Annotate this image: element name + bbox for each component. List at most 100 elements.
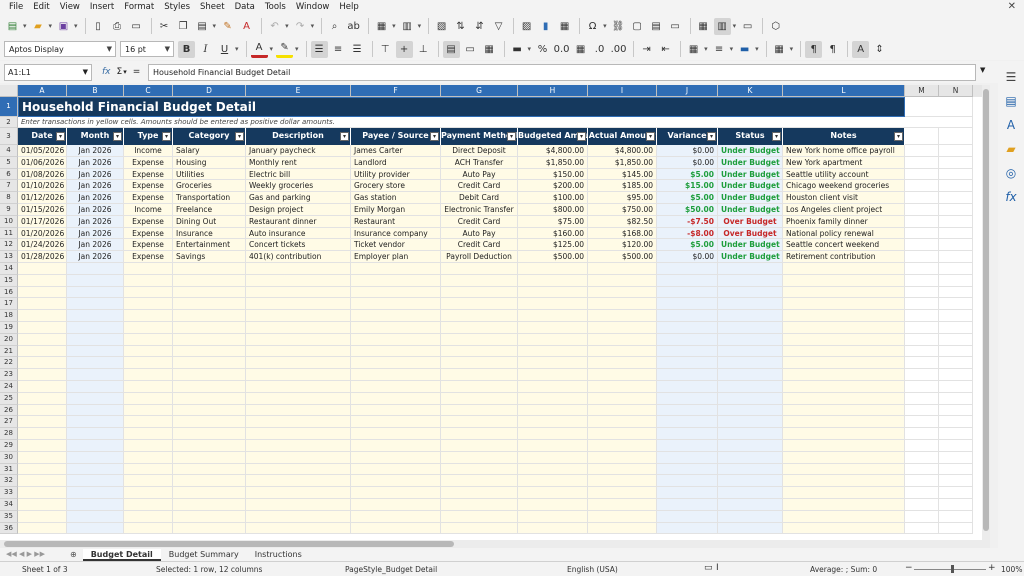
row-dropdown-icon[interactable]: ▾ — [392, 22, 396, 30]
table-cell[interactable]: Expense — [124, 239, 173, 252]
empty-cell[interactable] — [67, 392, 124, 405]
clear-formatting-icon[interactable]: A — [238, 18, 255, 35]
empty-cell[interactable] — [246, 286, 351, 299]
column-header-h[interactable]: H — [518, 85, 588, 97]
empty-cell[interactable] — [441, 475, 518, 488]
empty-cell[interactable] — [351, 439, 441, 452]
table-cell[interactable]: Auto insurance — [246, 227, 351, 240]
empty-cell[interactable] — [718, 357, 783, 370]
empty-cell[interactable] — [588, 416, 657, 429]
borders-dropdown-icon[interactable]: ▾ — [704, 45, 708, 53]
conditional-format-dropdown-icon[interactable]: ▾ — [790, 45, 794, 53]
table-cell[interactable]: Over Budget — [718, 215, 783, 228]
empty-cell[interactable] — [124, 298, 173, 311]
empty-cell[interactable] — [718, 274, 783, 287]
empty-cell[interactable] — [588, 333, 657, 346]
table-cell[interactable]: $500.00 — [518, 251, 588, 263]
table-cell[interactable]: Expense — [124, 180, 173, 193]
empty-cell[interactable] — [246, 475, 351, 488]
empty-cell[interactable] — [588, 428, 657, 440]
redo-dropdown-icon[interactable]: ▾ — [311, 22, 315, 30]
empty-cell[interactable] — [246, 333, 351, 346]
empty-cell[interactable] — [518, 428, 588, 440]
table-cell[interactable]: Income — [124, 203, 173, 216]
column-title[interactable]: Month ▾ — [67, 128, 124, 145]
border-color-dropdown-icon[interactable]: ▾ — [755, 45, 759, 53]
empty-cell[interactable] — [718, 321, 783, 334]
table-cell[interactable]: Phoenix family dinner — [783, 215, 905, 228]
underline-dropdown-icon[interactable]: ▾ — [235, 45, 239, 53]
empty-cell[interactable] — [718, 463, 783, 476]
empty-cell[interactable] — [173, 321, 246, 334]
row-header[interactable]: 14 — [0, 262, 18, 275]
empty-cell[interactable] — [67, 369, 124, 381]
empty-cell[interactable] — [441, 487, 518, 499]
empty-cell[interactable] — [718, 498, 783, 511]
empty-cell[interactable] — [518, 522, 588, 535]
table-cell[interactable]: 01/05/2026 — [18, 145, 67, 157]
empty-cell[interactable] — [518, 321, 588, 334]
empty-cell[interactable] — [783, 298, 905, 311]
empty-cell[interactable] — [905, 227, 939, 240]
empty-cell[interactable] — [939, 392, 973, 405]
empty-cell[interactable] — [246, 451, 351, 464]
empty-cell[interactable] — [67, 428, 124, 440]
empty-cell[interactable] — [783, 357, 905, 370]
empty-cell[interactable] — [18, 345, 67, 358]
empty-cell[interactable] — [246, 510, 351, 523]
empty-cell[interactable] — [246, 345, 351, 358]
empty-cell[interactable] — [18, 369, 67, 381]
empty-cell[interactable] — [246, 392, 351, 405]
insert-image-icon[interactable]: ▨ — [518, 18, 535, 35]
row-header[interactable]: 36 — [0, 522, 18, 535]
empty-cell[interactable] — [939, 345, 973, 358]
empty-cell[interactable] — [588, 298, 657, 311]
empty-cell[interactable] — [905, 451, 939, 464]
empty-cell[interactable] — [441, 428, 518, 440]
spelling-icon[interactable]: ab — [345, 18, 362, 35]
empty-cell[interactable] — [124, 428, 173, 440]
empty-cell[interactable] — [67, 333, 124, 346]
align-bottom-icon[interactable]: ⊥ — [415, 41, 432, 58]
empty-cell[interactable] — [518, 333, 588, 346]
empty-cell[interactable] — [588, 498, 657, 511]
table-cell[interactable]: Entertainment — [173, 239, 246, 252]
select-all-corner[interactable] — [0, 85, 18, 97]
table-cell[interactable]: Jan 2026 — [67, 239, 124, 252]
column-title[interactable]: Payee / Source ▾ — [351, 128, 441, 145]
empty-cell[interactable] — [588, 345, 657, 358]
empty-cell[interactable] — [657, 487, 718, 499]
undo-icon[interactable]: ↶ — [266, 18, 283, 35]
comment-icon[interactable]: ▢ — [629, 18, 646, 35]
redo-icon[interactable]: ↷ — [292, 18, 309, 35]
table-cell[interactable]: Under Budget — [718, 251, 783, 263]
empty-cell[interactable] — [783, 345, 905, 358]
table-cell[interactable]: Over Budget — [718, 227, 783, 240]
empty-cell[interactable] — [67, 451, 124, 464]
filter-dropdown-icon[interactable]: ▾ — [56, 132, 65, 141]
empty-cell[interactable] — [657, 321, 718, 334]
empty-cell[interactable] — [588, 522, 657, 535]
empty-cell[interactable] — [939, 321, 973, 334]
table-cell[interactable]: 01/08/2026 — [18, 168, 67, 181]
table-cell[interactable]: Los Angeles client project — [783, 203, 905, 216]
table-cell[interactable]: $95.00 — [588, 192, 657, 204]
table-cell[interactable]: Insurance company — [351, 227, 441, 240]
split-window-dropdown-icon[interactable]: ▾ — [733, 22, 737, 30]
expand-formula-icon[interactable]: ▼ — [980, 66, 985, 74]
font-color-icon[interactable]: A — [250, 41, 268, 58]
empty-cell[interactable] — [905, 439, 939, 452]
empty-cell[interactable] — [905, 428, 939, 440]
paste-dropdown-icon[interactable]: ▾ — [213, 22, 217, 30]
empty-cell[interactable] — [939, 168, 973, 181]
empty-cell[interactable] — [173, 274, 246, 287]
empty-cell[interactable] — [173, 487, 246, 499]
table-cell[interactable]: $5.00 — [657, 239, 718, 252]
status-zoom[interactable]: 100% — [1001, 565, 1022, 574]
filter-dropdown-icon[interactable]: ▾ — [235, 132, 244, 141]
empty-cell[interactable] — [18, 487, 67, 499]
empty-cell[interactable] — [441, 357, 518, 370]
empty-cell[interactable] — [441, 463, 518, 476]
table-cell[interactable]: Under Budget — [718, 156, 783, 169]
table-cell[interactable]: Jan 2026 — [67, 203, 124, 216]
